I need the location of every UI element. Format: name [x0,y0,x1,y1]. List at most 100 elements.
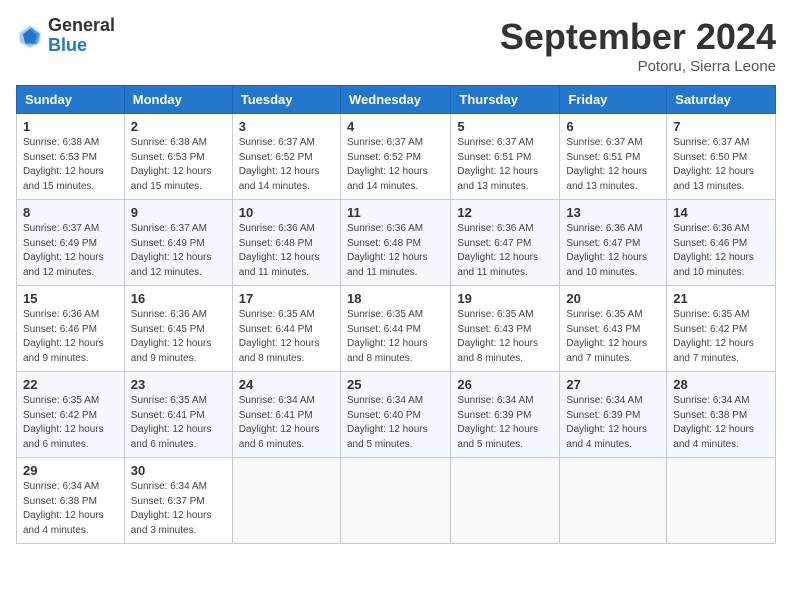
day-number: 18 [347,291,444,306]
calendar-cell: 25 Sunrise: 6:34 AMSunset: 6:40 PMDaylig… [340,372,450,458]
location: Potoru, Sierra Leone [500,58,776,75]
day-number: 15 [23,291,118,306]
day-number: 28 [673,377,769,392]
day-number: 20 [566,291,660,306]
calendar-cell: 27 Sunrise: 6:34 AMSunset: 6:39 PMDaylig… [560,372,667,458]
calendar-week-row: 22 Sunrise: 6:35 AMSunset: 6:42 PMDaylig… [17,372,776,458]
day-info: Sunrise: 6:38 AMSunset: 6:53 PMDaylight:… [131,137,212,192]
calendar-week-row: 15 Sunrise: 6:36 AMSunset: 6:46 PMDaylig… [17,286,776,372]
calendar-cell: 20 Sunrise: 6:35 AMSunset: 6:43 PMDaylig… [560,286,667,372]
day-number: 22 [23,377,118,392]
day-info: Sunrise: 6:35 AMSunset: 6:44 PMDaylight:… [347,309,428,364]
logo-general: General [48,16,115,36]
calendar-cell [232,458,340,544]
day-number: 27 [566,377,660,392]
day-of-week-header: Wednesday [340,86,450,114]
day-number: 1 [23,119,118,134]
day-number: 30 [131,463,226,478]
day-info: Sunrise: 6:35 AMSunset: 6:44 PMDaylight:… [239,309,320,364]
logo: General Blue [16,16,115,56]
calendar-cell: 15 Sunrise: 6:36 AMSunset: 6:46 PMDaylig… [17,286,125,372]
day-number: 24 [239,377,334,392]
day-number: 6 [566,119,660,134]
day-number: 3 [239,119,334,134]
day-info: Sunrise: 6:34 AMSunset: 6:40 PMDaylight:… [347,395,428,450]
day-info: Sunrise: 6:36 AMSunset: 6:48 PMDaylight:… [347,223,428,278]
calendar-week-row: 1 Sunrise: 6:38 AMSunset: 6:53 PMDayligh… [17,114,776,200]
calendar-cell: 13 Sunrise: 6:36 AMSunset: 6:47 PMDaylig… [560,200,667,286]
calendar-header-row: SundayMondayTuesdayWednesdayThursdayFrid… [17,86,776,114]
day-info: Sunrise: 6:34 AMSunset: 6:41 PMDaylight:… [239,395,320,450]
day-of-week-header: Friday [560,86,667,114]
day-info: Sunrise: 6:34 AMSunset: 6:38 PMDaylight:… [673,395,754,450]
day-info: Sunrise: 6:35 AMSunset: 6:43 PMDaylight:… [457,309,538,364]
day-info: Sunrise: 6:34 AMSunset: 6:39 PMDaylight:… [457,395,538,450]
day-info: Sunrise: 6:34 AMSunset: 6:39 PMDaylight:… [566,395,647,450]
day-number: 4 [347,119,444,134]
day-info: Sunrise: 6:35 AMSunset: 6:42 PMDaylight:… [673,309,754,364]
calendar-week-row: 8 Sunrise: 6:37 AMSunset: 6:49 PMDayligh… [17,200,776,286]
calendar-cell: 9 Sunrise: 6:37 AMSunset: 6:49 PMDayligh… [124,200,232,286]
calendar-cell: 7 Sunrise: 6:37 AMSunset: 6:50 PMDayligh… [667,114,776,200]
day-number: 14 [673,205,769,220]
day-number: 11 [347,205,444,220]
day-info: Sunrise: 6:34 AMSunset: 6:38 PMDaylight:… [23,481,104,536]
calendar-cell: 11 Sunrise: 6:36 AMSunset: 6:48 PMDaylig… [340,200,450,286]
day-info: Sunrise: 6:37 AMSunset: 6:51 PMDaylight:… [566,137,647,192]
day-info: Sunrise: 6:37 AMSunset: 6:52 PMDaylight:… [347,137,428,192]
day-info: Sunrise: 6:34 AMSunset: 6:37 PMDaylight:… [131,481,212,536]
calendar-cell [560,458,667,544]
calendar-cell: 30 Sunrise: 6:34 AMSunset: 6:37 PMDaylig… [124,458,232,544]
calendar-cell: 5 Sunrise: 6:37 AMSunset: 6:51 PMDayligh… [451,114,560,200]
calendar-cell: 17 Sunrise: 6:35 AMSunset: 6:44 PMDaylig… [232,286,340,372]
day-info: Sunrise: 6:35 AMSunset: 6:42 PMDaylight:… [23,395,104,450]
calendar-cell: 28 Sunrise: 6:34 AMSunset: 6:38 PMDaylig… [667,372,776,458]
calendar-cell: 6 Sunrise: 6:37 AMSunset: 6:51 PMDayligh… [560,114,667,200]
day-number: 12 [457,205,553,220]
logo-text: General Blue [48,16,115,56]
day-number: 9 [131,205,226,220]
calendar-cell: 8 Sunrise: 6:37 AMSunset: 6:49 PMDayligh… [17,200,125,286]
day-info: Sunrise: 6:36 AMSunset: 6:46 PMDaylight:… [673,223,754,278]
page-header: General Blue September 2024 Potoru, Sier… [16,16,776,75]
day-info: Sunrise: 6:37 AMSunset: 6:50 PMDaylight:… [673,137,754,192]
calendar-cell: 3 Sunrise: 6:37 AMSunset: 6:52 PMDayligh… [232,114,340,200]
day-number: 26 [457,377,553,392]
day-info: Sunrise: 6:36 AMSunset: 6:46 PMDaylight:… [23,309,104,364]
month-title: September 2024 [500,16,776,58]
logo-icon [16,22,44,50]
calendar-cell: 16 Sunrise: 6:36 AMSunset: 6:45 PMDaylig… [124,286,232,372]
calendar-cell: 4 Sunrise: 6:37 AMSunset: 6:52 PMDayligh… [340,114,450,200]
day-number: 7 [673,119,769,134]
day-number: 17 [239,291,334,306]
day-of-week-header: Thursday [451,86,560,114]
day-number: 10 [239,205,334,220]
day-of-week-header: Saturday [667,86,776,114]
day-number: 5 [457,119,553,134]
day-info: Sunrise: 6:36 AMSunset: 6:47 PMDaylight:… [566,223,647,278]
day-info: Sunrise: 6:37 AMSunset: 6:49 PMDaylight:… [131,223,212,278]
day-info: Sunrise: 6:35 AMSunset: 6:41 PMDaylight:… [131,395,212,450]
calendar-cell: 19 Sunrise: 6:35 AMSunset: 6:43 PMDaylig… [451,286,560,372]
day-of-week-header: Sunday [17,86,125,114]
day-info: Sunrise: 6:38 AMSunset: 6:53 PMDaylight:… [23,137,104,192]
calendar-cell: 29 Sunrise: 6:34 AMSunset: 6:38 PMDaylig… [17,458,125,544]
title-block: September 2024 Potoru, Sierra Leone [500,16,776,75]
calendar-cell: 22 Sunrise: 6:35 AMSunset: 6:42 PMDaylig… [17,372,125,458]
day-number: 8 [23,205,118,220]
day-number: 19 [457,291,553,306]
calendar-cell: 12 Sunrise: 6:36 AMSunset: 6:47 PMDaylig… [451,200,560,286]
calendar-cell [451,458,560,544]
calendar-week-row: 29 Sunrise: 6:34 AMSunset: 6:38 PMDaylig… [17,458,776,544]
day-info: Sunrise: 6:36 AMSunset: 6:48 PMDaylight:… [239,223,320,278]
day-info: Sunrise: 6:36 AMSunset: 6:45 PMDaylight:… [131,309,212,364]
day-info: Sunrise: 6:36 AMSunset: 6:47 PMDaylight:… [457,223,538,278]
calendar-cell: 1 Sunrise: 6:38 AMSunset: 6:53 PMDayligh… [17,114,125,200]
day-number: 13 [566,205,660,220]
calendar-cell: 10 Sunrise: 6:36 AMSunset: 6:48 PMDaylig… [232,200,340,286]
calendar-cell: 14 Sunrise: 6:36 AMSunset: 6:46 PMDaylig… [667,200,776,286]
day-info: Sunrise: 6:37 AMSunset: 6:51 PMDaylight:… [457,137,538,192]
day-of-week-header: Tuesday [232,86,340,114]
calendar-cell: 2 Sunrise: 6:38 AMSunset: 6:53 PMDayligh… [124,114,232,200]
day-info: Sunrise: 6:37 AMSunset: 6:52 PMDaylight:… [239,137,320,192]
